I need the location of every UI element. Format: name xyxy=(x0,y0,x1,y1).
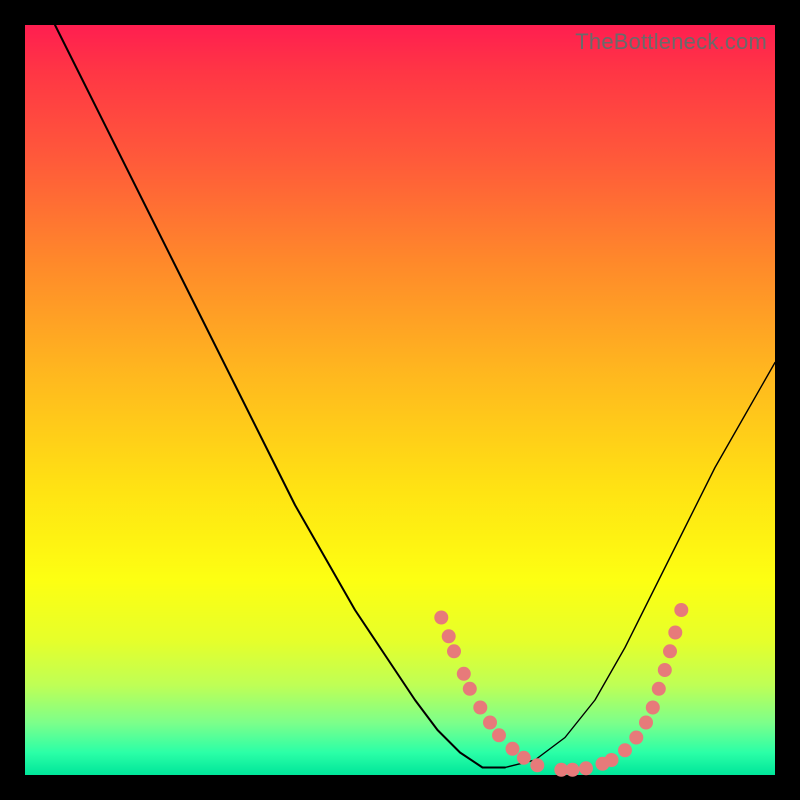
chart-frame: TheBottleneck.com xyxy=(25,25,775,775)
highlight-dot xyxy=(618,743,632,757)
highlight-dot xyxy=(663,644,677,658)
highlight-dot xyxy=(463,682,477,696)
highlight-dot xyxy=(658,663,672,677)
highlight-dot xyxy=(605,753,619,767)
highlight-dot xyxy=(442,629,456,643)
highlight-dot xyxy=(434,611,448,625)
highlight-dot xyxy=(674,603,688,617)
highlight-dot xyxy=(639,716,653,730)
bottleneck-curve-right xyxy=(483,363,776,768)
highlight-dot xyxy=(646,701,660,715)
highlight-dot xyxy=(652,682,666,696)
chart-svg xyxy=(25,25,775,775)
highlight-dot xyxy=(530,758,544,772)
highlight-dot xyxy=(457,667,471,681)
highlight-dot xyxy=(566,763,580,777)
highlight-dot xyxy=(517,751,531,765)
markers-group xyxy=(434,603,688,777)
highlight-dot xyxy=(473,701,487,715)
highlight-dot xyxy=(483,716,497,730)
highlight-dot xyxy=(506,742,520,756)
highlight-dot xyxy=(579,761,593,775)
highlight-dot xyxy=(492,728,506,742)
highlight-dot xyxy=(629,731,643,745)
highlight-dot xyxy=(447,644,461,658)
highlight-dot xyxy=(668,626,682,640)
bottleneck-curve-left xyxy=(55,25,505,768)
